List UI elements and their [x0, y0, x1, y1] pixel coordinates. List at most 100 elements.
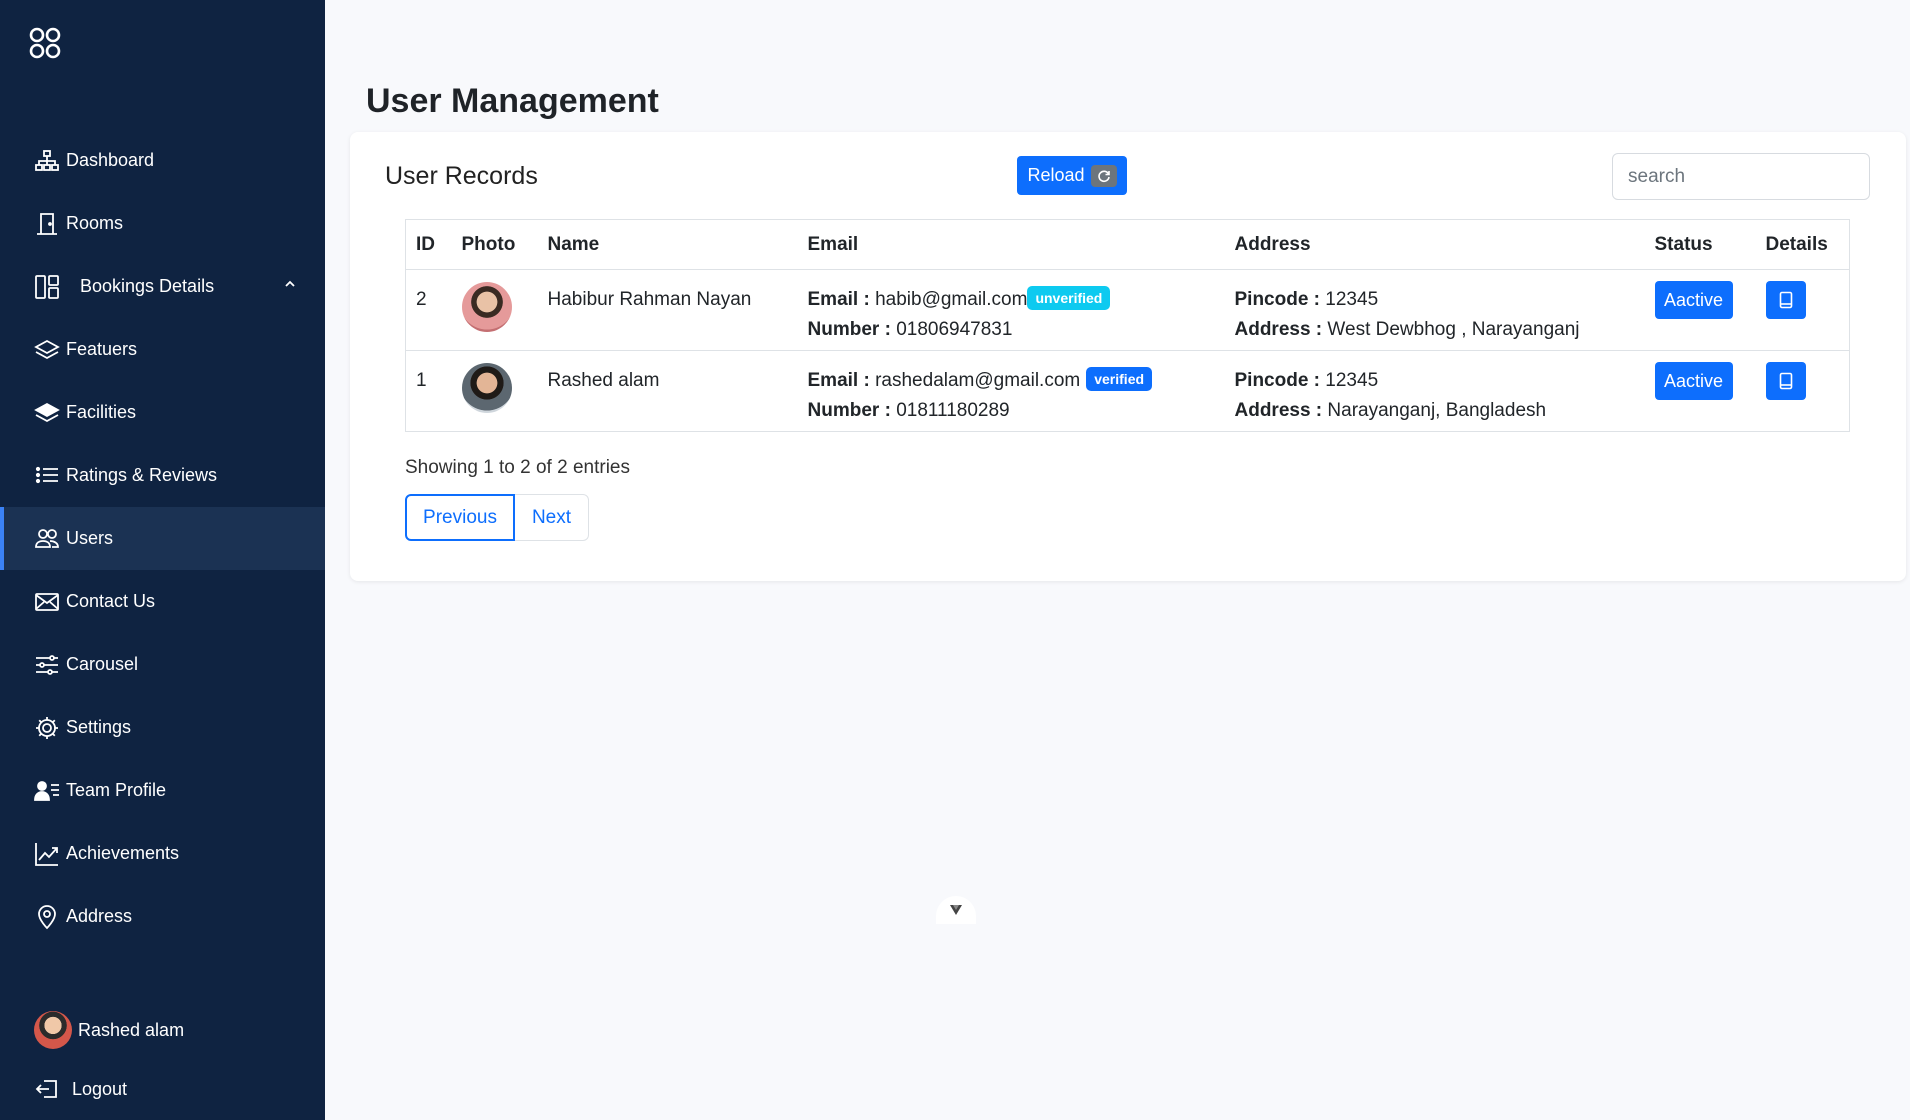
email-value: habib@gmail.com — [875, 289, 1028, 310]
table-row: 2 Habibur Rahman Nayan Email : habib@gma… — [405, 269, 1850, 351]
pincode-label: Pincode : — [1234, 370, 1321, 391]
details-button[interactable] — [1765, 362, 1806, 400]
pagination: Previous Next — [405, 494, 589, 541]
sidebar-item-users[interactable]: Users — [0, 507, 325, 570]
sidebar-item-label: Address — [66, 906, 133, 926]
sidebar-item-featuers[interactable]: Featuers — [0, 318, 325, 381]
col-address: Address — [1224, 219, 1645, 270]
address-label: Address : — [1234, 400, 1323, 421]
chevron-down-icon — [950, 905, 962, 915]
app-logo-icon[interactable] — [28, 26, 62, 60]
user-photo — [461, 282, 512, 332]
email-label: Email : — [807, 289, 870, 310]
email-value: rashedalam@gmail.com — [875, 370, 1081, 391]
tablet-icon — [1779, 372, 1792, 390]
logout-label: Logout — [72, 1078, 128, 1099]
chevron-up-icon[interactable] — [283, 277, 297, 291]
card-title: User Records — [385, 162, 538, 190]
address-value: West Dewbhog , Narayanganj — [1327, 319, 1580, 340]
logout-link[interactable]: Logout — [34, 1076, 127, 1102]
cell-name: Rashed alam — [537, 350, 798, 432]
sidebar-item-label: Featuers — [66, 339, 138, 359]
sidebar-item-label: Bookings Details — [80, 276, 215, 296]
scroll-down-indicator[interactable] — [936, 896, 976, 924]
sidebar-nav: Dashboard Rooms Bookings Details Featuer… — [0, 129, 325, 948]
people-icon — [34, 526, 60, 552]
sitemap-icon — [34, 148, 60, 174]
sidebar-item-address[interactable]: Address — [0, 885, 325, 948]
envelope-icon — [34, 589, 60, 615]
graph-up-icon — [34, 841, 60, 867]
status-button[interactable]: Aactive — [1654, 362, 1733, 400]
sidebar-item-label: Ratings & Reviews — [66, 465, 218, 485]
sidebar-item-team-profile[interactable]: Team Profile — [0, 759, 325, 822]
sidebar-item-label: Carousel — [66, 654, 139, 674]
address-label: Address : — [1234, 319, 1323, 340]
cell-name: Habibur Rahman Nayan — [537, 269, 798, 351]
sidebar-item-label: Achievements — [66, 843, 180, 863]
table-row: 1 Rashed alam Email : rashedalam@gmail.c… — [405, 350, 1850, 432]
reload-button[interactable]: Reload — [1017, 156, 1127, 195]
user-photo — [461, 363, 512, 413]
sidebar-item-label: Settings — [66, 717, 132, 737]
number-value: 01806947831 — [896, 319, 1013, 340]
sidebar-user[interactable]: Rashed alam — [34, 1011, 184, 1049]
cell-id: 2 — [405, 269, 452, 351]
address-value: Narayanganj, Bangladesh — [1327, 400, 1547, 421]
verification-badge: verified — [1086, 367, 1153, 391]
next-button[interactable]: Next — [515, 494, 589, 541]
layout-icon — [34, 274, 60, 300]
col-status: Status — [1644, 219, 1756, 270]
reload-label: Reload — [1027, 165, 1085, 185]
sidebar-item-label: Contact Us — [66, 591, 156, 611]
cell-id: 1 — [405, 350, 452, 432]
users-table: ID Photo Name Email Address Status Detai… — [405, 219, 1850, 432]
user-records-card: User Records Reload ID Photo Name Email … — [350, 132, 1906, 581]
sidebar-item-rooms[interactable]: Rooms — [0, 192, 325, 255]
pincode-value: 12345 — [1325, 289, 1379, 310]
logout-icon — [35, 1080, 57, 1098]
sidebar-item-dashboard[interactable]: Dashboard — [0, 129, 325, 192]
sidebar-item-label: Rooms — [66, 213, 124, 233]
col-details: Details — [1755, 219, 1850, 270]
tablet-icon — [1779, 291, 1792, 309]
door-icon — [34, 211, 60, 237]
sliders-icon — [34, 652, 60, 678]
col-photo: Photo — [451, 219, 538, 270]
gear-icon — [34, 715, 60, 741]
sidebar: Dashboard Rooms Bookings Details Featuer… — [0, 0, 325, 1120]
list-icon — [34, 463, 60, 489]
page-title: User Management — [366, 82, 659, 120]
pincode-label: Pincode : — [1234, 289, 1321, 310]
sidebar-item-contact-us[interactable]: Contact Us — [0, 570, 325, 633]
sidebar-item-label: Facilities — [66, 402, 137, 422]
cell-email: Email : habib@gmail.com unverified Number… — [797, 269, 1225, 351]
refresh-icon — [1090, 164, 1117, 187]
sidebar-item-label: Users — [66, 528, 114, 548]
number-label: Number : — [807, 319, 891, 340]
col-name: Name — [537, 219, 798, 270]
number-label: Number : — [807, 400, 891, 421]
sidebar-item-ratings-reviews[interactable]: Ratings & Reviews — [0, 444, 325, 507]
sidebar-item-carousel[interactable]: Carousel — [0, 633, 325, 696]
cell-address: Pincode : 12345 Address : West Dewbhog ,… — [1224, 269, 1645, 351]
status-button[interactable]: Aactive — [1654, 281, 1733, 319]
email-label: Email : — [807, 370, 870, 391]
details-button[interactable] — [1765, 281, 1806, 319]
sidebar-item-settings[interactable]: Settings — [0, 696, 325, 759]
avatar — [34, 1011, 72, 1049]
col-id: ID — [405, 219, 452, 270]
sidebar-item-bookings-details[interactable]: Bookings Details — [0, 255, 325, 318]
verification-badge: unverified — [1027, 286, 1111, 310]
layers-fill-icon — [34, 400, 60, 426]
sidebar-item-label: Team Profile — [66, 780, 167, 800]
col-email: Email — [797, 219, 1225, 270]
search-input[interactable] — [1612, 153, 1870, 200]
table-header-row: ID Photo Name Email Address Status Detai… — [405, 219, 1850, 270]
previous-button[interactable]: Previous — [405, 494, 515, 541]
sidebar-item-achievements[interactable]: Achievements — [0, 822, 325, 885]
pincode-value: 12345 — [1325, 370, 1379, 391]
sidebar-item-facilities[interactable]: Facilities — [0, 381, 325, 444]
entries-summary: Showing 1 to 2 of 2 entries — [405, 457, 630, 478]
user-name: Rashed alam — [78, 1019, 185, 1040]
